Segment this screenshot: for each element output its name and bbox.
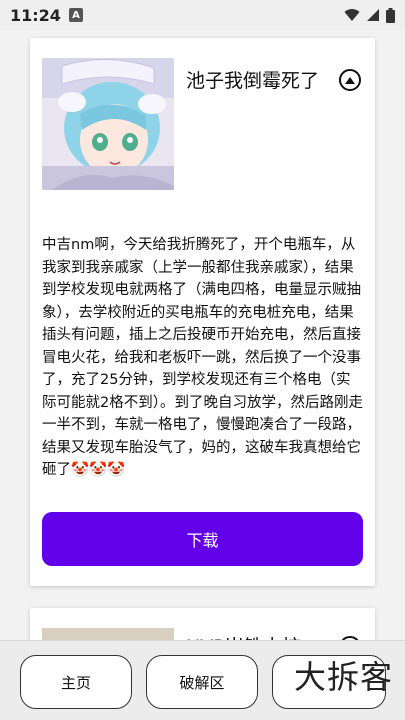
- status-icons: [344, 7, 395, 23]
- anime-girl-image: [42, 58, 174, 190]
- post-card[interactable]: 池子我倒霉死了 中吉nm啊，今天给我折腾死了，开个电瓶车，从我家到我亲戚家（上学…: [30, 38, 375, 586]
- nav-home-button[interactable]: 主页: [20, 655, 132, 709]
- status-time: 11:24: [10, 5, 61, 25]
- post-body: 中吉nm啊，今天给我折腾死了，开个电瓶车，从我家到我亲戚家（上学一般都住我亲戚家…: [42, 237, 363, 478]
- wifi-icon: [344, 9, 360, 21]
- chevron-up-icon[interactable]: [339, 69, 361, 91]
- nav-crack-zone-button[interactable]: 破解区: [146, 655, 258, 709]
- status-bar: 11:24 A: [0, 0, 405, 30]
- battery-icon: [386, 7, 395, 23]
- signal-icon: [367, 9, 379, 21]
- post-feed[interactable]: 池子我倒霉死了 中吉nm啊，今天给我折腾死了，开个电瓶车，从我家到我亲戚家（上学…: [0, 30, 405, 720]
- notification-icon: A: [68, 8, 83, 22]
- watermark: 大拆客: [293, 658, 393, 696]
- post-title: 池子我倒霉死了: [186, 70, 320, 92]
- post-thumbnail[interactable]: [42, 58, 174, 190]
- download-button[interactable]: 下载: [42, 512, 363, 566]
